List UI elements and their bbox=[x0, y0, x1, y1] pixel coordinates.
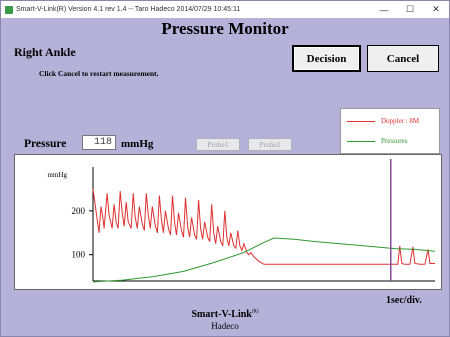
pressure-chart: mmHg 100 200 bbox=[14, 154, 442, 290]
decision-button[interactable]: Decision bbox=[292, 45, 361, 72]
legend-item-doppler: Doppler : 8M bbox=[347, 117, 419, 125]
brand-name: Smart-V-Link(R) bbox=[191, 309, 259, 320]
minimize-button[interactable]: — bbox=[371, 1, 397, 18]
window-title: Smart-V-Link(R) Version 4.1 rev 1.4 -- T… bbox=[16, 6, 241, 13]
y-tick-label: 200 bbox=[72, 206, 86, 216]
time-scale-label: 1sec/div. bbox=[386, 295, 422, 306]
pressures-swatch bbox=[347, 140, 375, 142]
window-titlebar[interactable]: Smart-V-Link(R) Version 4.1 rev 1.4 -- T… bbox=[1, 1, 449, 18]
legend-label: Pressures bbox=[381, 137, 408, 145]
legend-item-pressures: Pressures bbox=[347, 137, 407, 145]
maximize-button[interactable]: ☐ bbox=[397, 1, 423, 18]
y-axis-label: mmHg bbox=[48, 171, 68, 179]
manufacturer-name: Hadeco bbox=[211, 321, 239, 331]
app-icon bbox=[5, 5, 13, 14]
measurement-site: Right Ankle bbox=[14, 45, 76, 59]
instruction-text: Click Cancel to restart measurement. bbox=[39, 69, 159, 78]
doppler-series-line bbox=[92, 188, 435, 265]
page-title: Pressure Monitor bbox=[161, 19, 289, 38]
pressures-series-line bbox=[92, 237, 436, 283]
chart-svg: mmHg 100 200 bbox=[48, 159, 436, 283]
chart-legend: Doppler : 8M Pressures bbox=[340, 108, 440, 154]
close-button[interactable]: ✕ bbox=[423, 1, 449, 18]
cancel-button[interactable]: Cancel bbox=[367, 45, 439, 72]
app-window: Smart-V-Link(R) Version 4.1 rev 1.4 -- T… bbox=[0, 0, 450, 337]
doppler-swatch bbox=[347, 120, 375, 122]
pressure-value: 118 bbox=[82, 135, 116, 150]
legend-label: Doppler : 8M bbox=[381, 117, 420, 125]
y-tick-label: 100 bbox=[72, 250, 86, 260]
pressure-label: Pressure bbox=[24, 138, 67, 150]
window-controls: — ☐ ✕ bbox=[371, 1, 449, 18]
probe1-button[interactable]: Probe1 bbox=[196, 138, 240, 151]
probe2-button[interactable]: Probe2 bbox=[248, 138, 292, 151]
pressure-unit: mmHg bbox=[121, 138, 154, 150]
